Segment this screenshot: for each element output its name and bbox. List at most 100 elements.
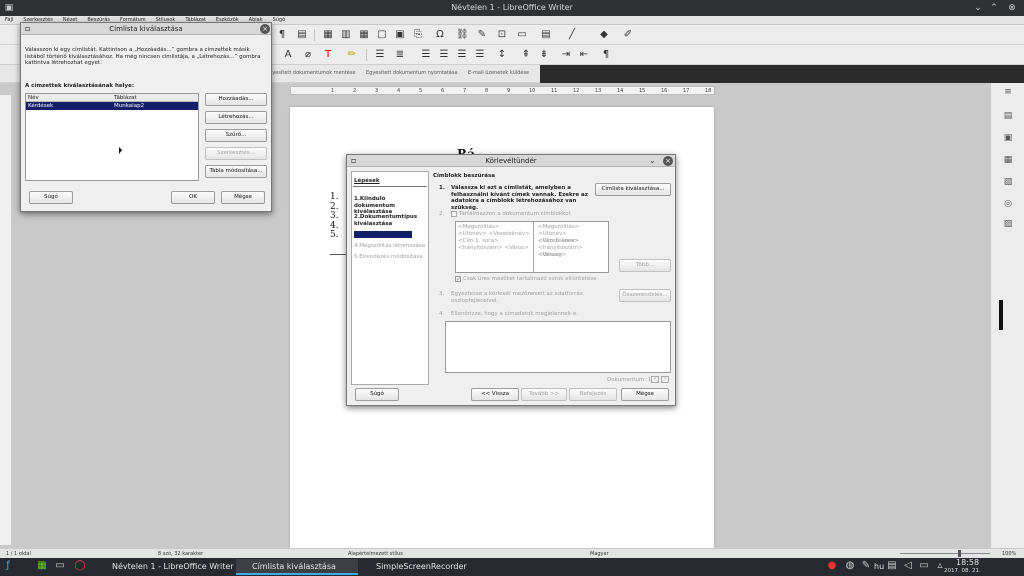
network-icon[interactable]: ▭ (918, 560, 930, 572)
properties-icon[interactable]: ▤ (1003, 111, 1013, 121)
step-4[interactable]: 4.Megszólítás létrehozása (354, 243, 426, 250)
language-status[interactable]: Magyar (590, 551, 609, 557)
align-center-icon[interactable]: ☰ (438, 49, 450, 61)
field-icon[interactable]: ▤ (540, 29, 552, 41)
numbered-list-icon[interactable]: ≣ (394, 49, 406, 61)
next-document-icon[interactable]: › (661, 376, 669, 383)
decrease-spacing-icon[interactable]: ⇟ (538, 49, 550, 61)
line-spacing-icon[interactable]: ↕ (496, 49, 508, 61)
cancel-button[interactable]: Mégse (221, 191, 265, 204)
wizard-finish-button[interactable]: Befejezés (569, 388, 617, 401)
track-changes-icon[interactable]: ⊡ (496, 29, 508, 41)
comment-icon[interactable]: ✎ (476, 29, 488, 41)
paragraph-marks-icon[interactable]: ¶ (276, 29, 288, 41)
wizard-next-button[interactable]: Tovább >> (521, 388, 567, 401)
create-button[interactable]: Létrehozás... (205, 111, 267, 124)
column-header-table[interactable]: Táblázat (114, 95, 137, 102)
opera-icon[interactable]: ◯ (74, 560, 86, 572)
bullet-list-icon[interactable]: ☰ (374, 49, 386, 61)
table-icon[interactable]: ▦ (358, 29, 370, 41)
filter-button[interactable]: Szűrő... (205, 129, 267, 142)
highlight-icon[interactable]: ✏ (346, 49, 358, 61)
minimize-icon[interactable]: ⌄ (649, 156, 656, 165)
image-icon[interactable]: ▦ (322, 29, 334, 41)
sidebar-menu-icon[interactable]: ≡ (1003, 87, 1013, 97)
ok-button[interactable]: OK (171, 191, 215, 204)
align-right-icon[interactable]: ☰ (456, 49, 468, 61)
zoom-slider-handle[interactable] (958, 550, 961, 557)
help-button[interactable]: Súgó (29, 191, 73, 204)
table-row[interactable]: Kérdések Munkalap2 (26, 102, 198, 110)
chart-icon[interactable]: ▥ (340, 29, 352, 41)
edit-button[interactable]: Szerkesztés... (205, 147, 267, 160)
menu-item[interactable]: Fájl (0, 16, 18, 25)
text-box-icon[interactable]: ▤ (296, 29, 308, 41)
clipboard-icon[interactable]: ▤ (886, 560, 898, 572)
gallery-icon[interactable]: ▧ (1003, 177, 1013, 187)
step-1[interactable]: 1.Kiinduló dokumentum kiválasztása (354, 196, 426, 216)
start-menu-icon[interactable]: ƒ (2, 560, 14, 572)
task-screen-recorder[interactable]: SimpleScreenRecorder (360, 559, 510, 575)
decrease-indent-icon[interactable]: ⇤ (578, 49, 590, 61)
address-block-option-2[interactable]: <Megszólítás> <Utónév> <Vezetéknév> <Cím… (536, 222, 608, 272)
frame-icon[interactable]: ▢ (376, 29, 388, 41)
page-count[interactable]: 1 / 1 oldal (6, 551, 31, 557)
address-block-preview[interactable]: <Megszólítás> <Utónév> <Vezetéknév> <Cím… (455, 221, 609, 273)
hyperlink-icon[interactable]: ⛓ (456, 29, 469, 41)
word-count[interactable]: 8 szó, 32 karakter (158, 551, 203, 557)
suppress-empty-lines-checkbox[interactable]: ✓ (455, 276, 461, 283)
wizard-cancel-button[interactable]: Mégse (621, 388, 669, 401)
step-3[interactable]: 3.Címblokk beszúrása (354, 231, 412, 238)
column-header-name[interactable]: Név (28, 95, 39, 102)
wizard-help-button[interactable]: Súgó (355, 388, 399, 401)
header-footer-icon[interactable]: ▭ (516, 29, 528, 41)
minimize-icon[interactable]: ⌄ (972, 2, 984, 14)
file-manager-icon[interactable]: ▭ (54, 560, 66, 572)
zoom-slider[interactable] (900, 553, 990, 554)
task-writer[interactable]: Névtelen 1 - LibreOffice Writer (96, 559, 234, 575)
wizard-back-button[interactable]: << Vissza (471, 388, 519, 401)
line-icon[interactable]: ╱ (566, 29, 578, 41)
increase-indent-icon[interactable]: ⇥ (560, 49, 572, 61)
save-merged-button[interactable]: Egyesített dokumentumok mentése (266, 70, 356, 76)
match-fields-button[interactable]: Összerendelés... (619, 289, 671, 302)
shapes-icon[interactable]: ◆ (598, 29, 610, 41)
draw-icon[interactable]: ✐ (622, 29, 634, 41)
styles-icon[interactable]: ▦ (1003, 155, 1013, 165)
step-5[interactable]: 5.Elrendezés módosítása (354, 254, 426, 261)
send-email-button[interactable]: E-mail üzenetek küldése (468, 70, 529, 76)
textbox-insert-icon[interactable]: ▣ (394, 29, 406, 41)
close-icon[interactable]: ⊗ (1006, 2, 1018, 14)
keyboard-layout[interactable]: hu (874, 562, 884, 571)
step-2[interactable]: 2.Dokumentumtípus kiválasztása (354, 214, 426, 227)
page-icon[interactable]: ▣ (1003, 133, 1013, 143)
zoom-level[interactable]: 100% (1002, 551, 1016, 557)
close-icon[interactable]: × (663, 156, 673, 166)
clear-format-icon[interactable]: ⌀ (302, 49, 314, 61)
font-color-icon[interactable]: T (322, 49, 334, 61)
tray-recorder-icon[interactable]: ◍ (844, 560, 856, 572)
select-address-list-button[interactable]: Címlista kiválasztása... (595, 183, 671, 196)
calc-launcher-icon[interactable]: ▦ (36, 560, 48, 572)
add-button[interactable]: Hozzáadás... (205, 93, 267, 106)
maximize-icon[interactable]: ⌃ (988, 2, 1000, 14)
navigator-icon[interactable]: ◎ (1003, 199, 1013, 209)
previous-document-icon[interactable]: ‹ (651, 376, 659, 383)
address-list-table[interactable]: Név Táblázat Kérdések Munkalap2 (25, 93, 199, 181)
volume-icon[interactable]: ◁ (902, 560, 914, 572)
close-icon[interactable]: × (260, 24, 270, 34)
page-style[interactable]: Alapértelmezett stílus (348, 551, 403, 557)
sidebar-collapse-handle[interactable] (999, 300, 1003, 330)
print-merged-button[interactable]: Egyesített dokumentum nyomtatása (366, 70, 458, 76)
align-left-icon[interactable]: ☰ (420, 49, 432, 61)
include-address-block-checkbox[interactable] (451, 211, 457, 217)
record-icon[interactable]: ● (826, 560, 838, 572)
horizontal-ruler[interactable]: 1 2 3 4 5 6 7 8 9 10 11 12 13 14 15 16 17 18 (290, 86, 715, 95)
task-address-list[interactable]: Címlista kiválasztása (236, 559, 358, 575)
paragraph-dialog-icon[interactable]: ¶ (600, 49, 612, 61)
manage-changes-icon[interactable]: ▨ (1003, 219, 1013, 229)
clock-time[interactable]: 18:58 (956, 558, 979, 567)
address-block-option-1[interactable]: <Megszólítás> <Utónév> <Vezetéknév> <Cím… (456, 222, 534, 272)
increase-spacing-icon[interactable]: ⇞ (520, 49, 532, 61)
justify-icon[interactable]: ☰ (474, 49, 486, 61)
